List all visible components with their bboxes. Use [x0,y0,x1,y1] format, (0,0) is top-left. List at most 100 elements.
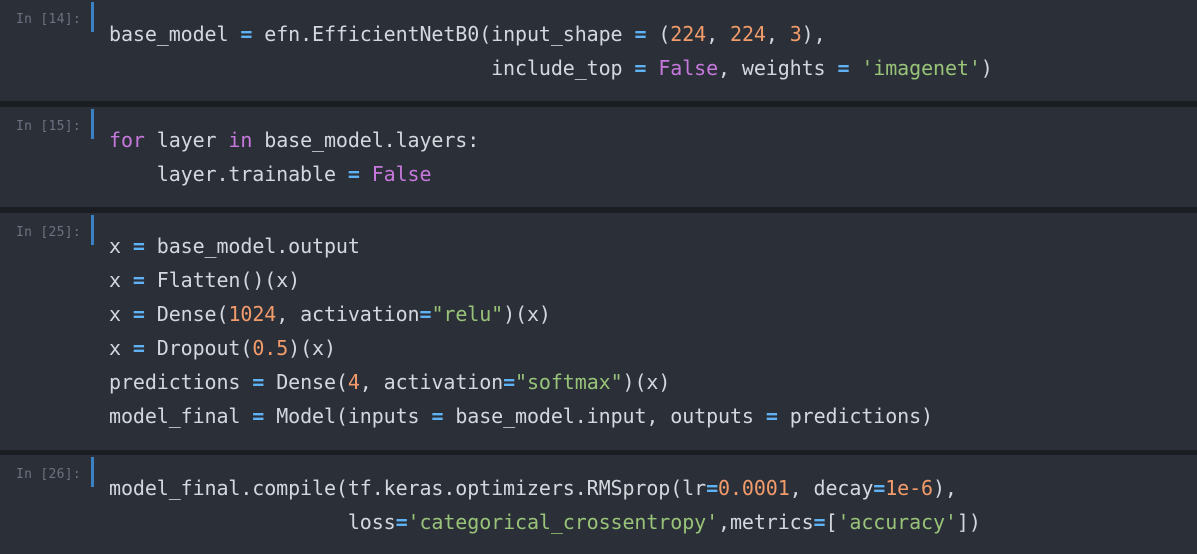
code-token: x [109,302,133,326]
code-token: x [109,234,133,258]
cell-code[interactable]: model_final.compile(tf.keras.optimizers.… [109,471,981,539]
code-token: = [503,370,516,394]
code-token: = [706,476,719,500]
code-token: = [132,268,145,292]
code-token: 0.0001 [718,476,790,500]
code-token: )(x) [288,336,336,360]
code-token: = [873,476,886,500]
code-token: base_model.input, outputs [443,404,766,428]
code-token: 1e-6 [885,476,933,500]
code-line: model_final.compile(tf.keras.optimizers.… [109,471,981,505]
active-cell-indicator [91,457,94,487]
code-token: = [347,162,360,186]
code-token: Dense( [144,302,229,326]
code-token: x [109,268,133,292]
code-line: model_final = Model(inputs = base_model.… [109,399,933,433]
cell-code[interactable]: base_model = efn.EfficientNetB0(input_sh… [109,17,993,85]
code-cell-15[interactable]: In [15]: for layer in base_model.layers:… [0,107,1197,207]
code-token: = [252,370,265,394]
code-token: Flatten()(x) [144,268,301,292]
code-token: "relu" [431,302,504,326]
cell-prompt: In [15]: [16,119,82,134]
code-token: = [837,56,850,80]
code-token: 'accuracy' [837,510,957,534]
code-line: for layer in base_model.layers: [109,123,479,157]
code-token: x [109,336,133,360]
code-token: ), [801,22,826,46]
code-token: model_final.compile(tf.keras.optimizers.… [109,476,707,500]
code-token: = [431,404,444,428]
code-token: loss [109,510,396,534]
code-token: base_model [109,22,241,46]
code-token: include_top [109,56,635,80]
code-token: = [765,404,778,428]
cell-prompt: In [25]: [16,225,82,240]
code-token: ]) [956,510,981,534]
code-token: = [132,234,145,258]
code-token: = [395,510,408,534]
code-token: 224 [670,22,707,46]
code-line: loss='categorical_crossentropy',metrics=… [109,505,981,539]
code-token: 0.5 [252,336,289,360]
active-cell-indicator [91,2,94,32]
code-line: base_model = efn.EfficientNetB0(input_sh… [109,17,993,51]
code-line: x = base_model.output [109,229,933,263]
code-token: = [634,56,647,80]
code-line: x = Flatten()(x) [109,263,933,297]
code-token: , activation [276,302,420,326]
code-cell-26[interactable]: In [26]: model_final.compile(tf.keras.op… [0,455,1197,554]
cell-prompt: In [26]: [16,467,82,482]
code-token: Model(inputs [264,404,432,428]
code-token: base_model.layers: [252,128,480,152]
code-token: 3 [789,22,802,46]
cell-code[interactable]: x = base_model.output x = Flatten()(x) x =… [109,229,933,433]
code-token: in [228,128,253,152]
code-token: 'categorical_crossentropy' [407,510,719,534]
code-token: 4 [347,370,360,394]
code-token: = [813,510,826,534]
code-cell-14[interactable]: In [14]: base_model = efn.EfficientNetB0… [0,0,1197,101]
code-token: ( [646,22,671,46]
code-token: , [765,22,790,46]
code-token: False [371,162,432,186]
code-line: include_top = False, weights = 'imagenet… [109,51,993,85]
code-line: layer.trainable = False [109,157,479,191]
code-token: )(x) [503,302,551,326]
code-token: 1024 [228,302,277,326]
code-token: ) [980,56,993,80]
code-token: efn.EfficientNetB0(input_shape [252,22,635,46]
code-token: predictions [109,370,253,394]
code-token: for [109,128,145,152]
code-token: ), [932,476,957,500]
code-token: , activation [359,370,504,394]
code-token: 224 [730,22,766,46]
code-token: model_final [109,404,253,428]
code-token: predictions) [777,404,933,428]
code-token: , decay [789,476,874,500]
code-token: base_model.output [144,234,360,258]
code-token: "softmax" [515,370,623,394]
code-line: predictions = Dense(4, activation="softm… [109,365,933,399]
code-token: False [658,56,719,80]
code-line: x = Dense(1024, activation="relu")(x) [109,297,933,331]
code-token: , weights [718,56,838,80]
code-token: 'imagenet' [861,56,981,80]
code-token: Dropout( [144,336,253,360]
code-token: , [706,22,730,46]
code-token: layer.trainable [109,162,348,186]
cell-prompt: In [14]: [16,12,82,27]
code-token: Dense( [264,370,348,394]
code-token: = [132,336,145,360]
code-token: = [132,302,145,326]
code-token: )(x) [622,370,671,394]
code-line: x = Dropout(0.5)(x) [109,331,933,365]
code-token: ,metrics [718,510,814,534]
code-token: = [252,404,265,428]
cell-code[interactable]: for layer in base_model.layers: layer.tr… [109,123,479,191]
code-token: = [634,22,647,46]
code-cell-25[interactable]: In [25]: x = base_model.output x = Flatte… [0,213,1197,450]
code-token: = [240,22,253,46]
